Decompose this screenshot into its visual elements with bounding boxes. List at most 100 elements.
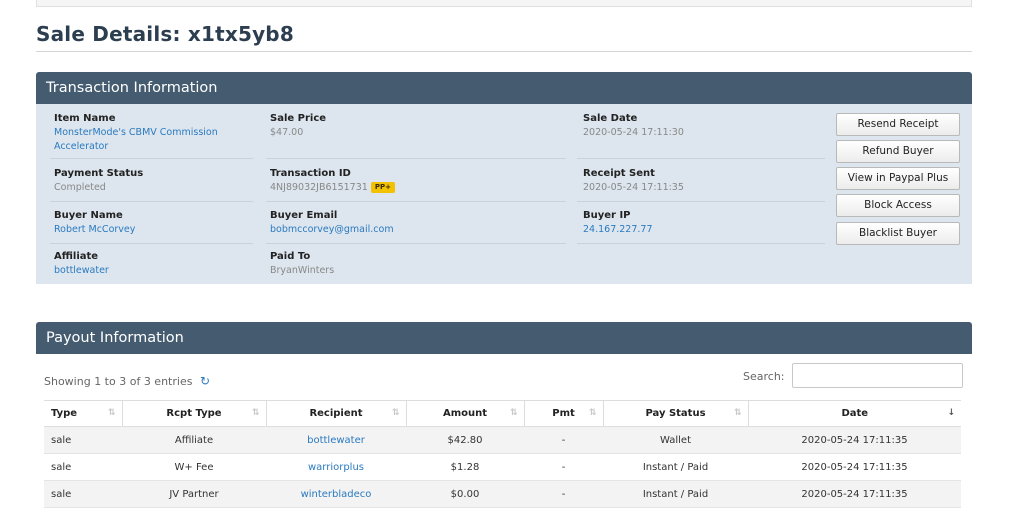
column-header-pmt[interactable]: Pmt ⇅ [524,400,604,427]
paid-to-value: BryanWinters [270,265,335,276]
cell-date: 2020-05-24 17:11:35 [748,426,961,454]
table-row: sale JV Partner winterbladeco $0.00 - In… [44,480,961,508]
resend-receipt-button[interactable]: Resend Receipt [836,113,960,136]
title-divider [36,51,972,52]
buyer-ip-label: Buyer IP [583,210,631,221]
table-row: sale W+ Fee warriorplus $1.28 - Instant … [44,453,961,481]
transaction-panel: Transaction Information Item Name Monste… [36,72,972,284]
column-header-label: Date [841,408,869,419]
transaction-panel-body: Item Name MonsterMode's CBMV Commission … [36,104,972,284]
top-bar [36,0,972,7]
buyer-ip-link[interactable]: 24.167.227.77 [583,223,653,237]
item-name-field: Item Name MonsterMode's CBMV Commission … [54,112,234,154]
entries-count-text: Showing 1 to 3 of 3 entries [44,375,193,388]
buyer-name-link[interactable]: Robert McCorvey [54,223,135,237]
cell-recipient: winterbladeco [266,480,406,508]
sale-date-field: Sale Date 2020-05-24 17:11:30 [583,112,684,140]
column-header-pay-status[interactable]: Pay Status ⇅ [603,400,749,427]
divider [266,201,566,202]
transaction-id-label: Transaction ID [270,168,351,179]
receipt-sent-value: 2020-05-24 17:11:35 [583,182,684,193]
payout-panel-body: Showing 1 to 3 of 3 entries ↻ Search: Ty… [36,354,972,514]
cell-rcpt-type: Affiliate [122,426,266,454]
receipt-sent-field: Receipt Sent 2020-05-24 17:11:35 [583,167,684,195]
cell-date: 2020-05-24 17:11:35 [748,453,961,481]
paypal-plus-badge: PP+ [370,182,395,193]
sale-price-value: $47.00 [270,127,304,138]
cell-rcpt-type: W+ Fee [122,453,266,481]
transaction-id-value: 4NJ89032JB6151731 [270,182,368,193]
divider [50,201,253,202]
column-header-date[interactable]: Date ↓ [748,400,961,427]
sale-price-field: Sale Price $47.00 [270,112,326,140]
sort-icon: ⇅ [509,408,518,418]
column-header-label: Pay Status [645,408,706,419]
divider [266,158,566,159]
receipt-sent-label: Receipt Sent [583,168,655,179]
item-name-label: Item Name [54,113,116,124]
recipient-link[interactable]: bottlewater [307,435,365,446]
page-title: Sale Details: x1tx5yb8 [36,22,294,46]
payment-status-value: Completed [54,182,106,193]
recipient-link[interactable]: winterbladeco [301,489,372,500]
refund-buyer-button[interactable]: Refund Buyer [836,140,960,163]
payout-panel: Payout Information Showing 1 to 3 of 3 e… [36,322,972,514]
divider [577,201,825,202]
buyer-email-link[interactable]: bobmccorvey@gmail.com [270,223,394,237]
cell-date: 2020-05-24 17:11:35 [748,480,961,508]
buyer-email-field: Buyer Email bobmccorvey@gmail.com [270,209,394,237]
affiliate-link[interactable]: bottlewater [54,264,109,278]
sort-descending-icon: ↓ [947,408,955,418]
cell-amount: $42.80 [406,426,524,454]
sort-icon: ⇅ [107,408,116,418]
cell-type: sale [44,426,122,454]
column-header-label: Amount [442,408,488,419]
sale-date-label: Sale Date [583,113,638,124]
cell-amount: $1.28 [406,453,524,481]
paid-to-field: Paid To BryanWinters [270,250,334,278]
sale-price-label: Sale Price [270,113,327,124]
column-header-type[interactable]: Type ⇅ [44,400,123,427]
transaction-panel-header: Transaction Information [36,72,972,104]
payout-table: Type ⇅ Rcpt Type ⇅ Recipient ⇅ Amount ⇅ Pmt ⇅… [44,400,961,508]
sort-icon: ⇅ [251,408,260,418]
refresh-icon[interactable]: ↻ [200,374,210,388]
search-input[interactable] [792,363,963,388]
divider [577,158,825,159]
payout-panel-header: Payout Information [36,322,972,354]
table-row: sale Affiliate bottlewater $42.80 - Wall… [44,426,961,454]
cell-rcpt-type: JV Partner [122,480,266,508]
divider [50,243,253,244]
affiliate-label: Affiliate [54,251,99,262]
transaction-id-field: Transaction ID 4NJ89032JB6151731 PP+ [270,167,395,195]
column-header-label: Rcpt Type [166,408,222,419]
entries-info: Showing 1 to 3 of 3 entries ↻ [44,374,210,388]
sort-icon: ⇅ [391,408,400,418]
block-access-button[interactable]: Block Access [836,194,960,217]
column-header-label: Type [51,408,78,419]
view-paypal-plus-button[interactable]: View in Paypal Plus [836,167,960,190]
divider [577,243,825,244]
cell-type: sale [44,480,122,508]
recipient-link[interactable]: warriorplus [308,462,364,473]
payment-status-field: Payment Status Completed [54,167,143,195]
cell-type: sale [44,453,122,481]
column-header-amount[interactable]: Amount ⇅ [406,400,525,427]
cell-recipient: warriorplus [266,453,406,481]
payment-status-label: Payment Status [54,168,144,179]
divider [50,158,253,159]
transaction-id-row: 4NJ89032JB6151731 PP+ [270,181,395,195]
blacklist-buyer-button[interactable]: Blacklist Buyer [836,222,960,245]
divider [266,243,566,244]
column-header-recipient[interactable]: Recipient ⇅ [266,400,407,427]
cell-pay-status: Instant / Paid [603,480,748,508]
item-name-link[interactable]: MonsterMode's CBMV Commission Accelerato… [54,126,234,154]
column-header-rcpt-type[interactable]: Rcpt Type ⇅ [122,400,267,427]
cell-pay-status: Instant / Paid [603,453,748,481]
affiliate-field: Affiliate bottlewater [54,250,109,278]
cell-pmt: - [524,453,603,481]
cell-pay-status: Wallet [603,426,748,454]
column-header-label: Recipient [309,408,363,419]
buyer-ip-field: Buyer IP 24.167.227.77 [583,209,653,237]
buyer-email-label: Buyer Email [270,210,338,221]
